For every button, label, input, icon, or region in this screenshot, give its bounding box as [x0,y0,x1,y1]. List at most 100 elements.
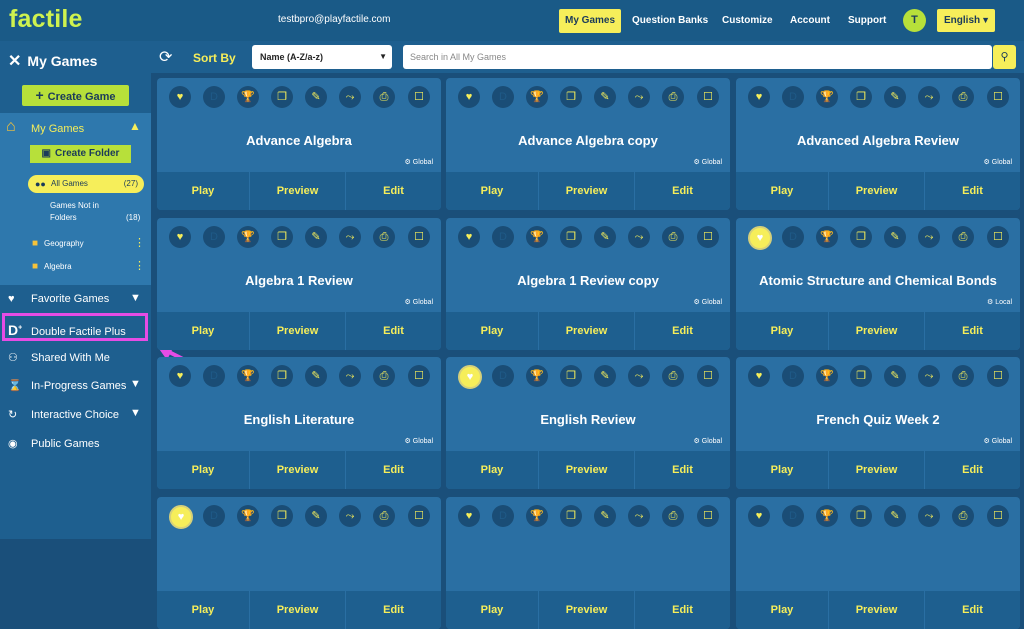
preview-button[interactable]: Preview [829,172,924,210]
play-button[interactable]: Play [736,591,828,629]
heart-icon[interactable]: ♥ [748,226,772,250]
preview-button[interactable]: Preview [829,451,924,489]
edit-button[interactable]: Edit [635,451,730,489]
copy-icon[interactable]: ❐ [560,86,582,108]
select-checkbox[interactable]: ☐ [697,505,719,527]
edit-icon[interactable]: ✎ [884,226,906,248]
preview-button[interactable]: Preview [539,312,634,350]
sidebar-item-favorite-games[interactable]: ♥ Favorite Games [8,293,109,305]
copy-icon[interactable]: ❐ [850,86,872,108]
trophy-icon[interactable]: 🏆 [237,365,259,387]
double-d-icon[interactable]: D [782,365,804,387]
double-d-icon[interactable]: D [492,226,514,248]
edit-icon[interactable]: ✎ [884,365,906,387]
edit-button[interactable]: Edit [346,172,441,210]
share-icon[interactable]: ⤳ [628,505,650,527]
print-icon[interactable]: ⎙ [373,86,395,108]
trophy-icon[interactable]: 🏆 [526,86,548,108]
play-button[interactable]: Play [446,451,538,489]
refresh-icon[interactable]: ⟳ [159,47,172,67]
play-button[interactable]: Play [736,312,828,350]
double-d-icon[interactable]: D [782,86,804,108]
nav-support[interactable]: Support [842,9,892,33]
select-checkbox[interactable]: ☐ [408,365,430,387]
select-checkbox[interactable]: ☐ [408,505,430,527]
trophy-icon[interactable]: 🏆 [816,505,838,527]
trophy-icon[interactable]: 🏆 [526,226,548,248]
play-button[interactable]: Play [446,312,538,350]
double-d-icon[interactable]: D [203,505,225,527]
folder-algebra[interactable]: ■ Algebra [32,261,72,272]
play-button[interactable]: Play [446,591,538,629]
select-checkbox[interactable]: ☐ [697,226,719,248]
trophy-icon[interactable]: 🏆 [526,505,548,527]
print-icon[interactable]: ⎙ [373,505,395,527]
heart-icon[interactable]: ♥ [748,505,770,527]
double-d-icon[interactable]: D [782,505,804,527]
games-not-in-folders-item[interactable]: Games Not in Folders [50,201,99,222]
chevron-down-icon[interactable]: ▼ [130,292,141,304]
nav-account[interactable]: Account [784,9,836,33]
edit-button[interactable]: Edit [635,591,730,629]
play-button[interactable]: Play [157,172,249,210]
copy-icon[interactable]: ❐ [560,365,582,387]
copy-icon[interactable]: ❐ [271,365,293,387]
edit-button[interactable]: Edit [346,312,441,350]
edit-icon[interactable]: ✎ [594,365,616,387]
sidebar-item-shared-with-me[interactable]: ⚇ Shared With Me [8,351,110,364]
trophy-icon[interactable]: 🏆 [237,226,259,248]
edit-icon[interactable]: ✎ [884,505,906,527]
share-icon[interactable]: ⤳ [339,505,361,527]
play-button[interactable]: Play [736,172,828,210]
edit-button[interactable]: Edit [925,451,1020,489]
edit-button[interactable]: Edit [925,172,1020,210]
nav-customize[interactable]: Customize [716,9,779,33]
print-icon[interactable]: ⎙ [952,226,974,248]
heart-icon[interactable]: ♥ [748,86,770,108]
select-checkbox[interactable]: ☐ [697,365,719,387]
heart-icon[interactable]: ♥ [458,505,480,527]
double-d-icon[interactable]: D [492,86,514,108]
trophy-icon[interactable]: 🏆 [526,365,548,387]
edit-icon[interactable]: ✎ [305,226,327,248]
search-input[interactable]: Search in All My Games [403,45,992,69]
share-icon[interactable]: ⤳ [628,86,650,108]
share-icon[interactable]: ⤳ [918,226,940,248]
chevron-up-icon[interactable]: ▲ [129,119,141,133]
share-icon[interactable]: ⤳ [918,86,940,108]
play-button[interactable]: Play [736,451,828,489]
print-icon[interactable]: ⎙ [952,505,974,527]
preview-button[interactable]: Preview [539,451,634,489]
double-d-icon[interactable]: D [203,365,225,387]
folder-geography[interactable]: ■ Geography [32,238,84,249]
select-checkbox[interactable]: ☐ [408,86,430,108]
search-button[interactable]: ⚲ [993,45,1016,69]
sidebar-item-interactive-choice[interactable]: ↻ Interactive Choice [8,408,119,421]
my-games-link[interactable]: My Games [31,123,84,135]
share-icon[interactable]: ⤳ [628,226,650,248]
copy-icon[interactable]: ❐ [271,86,293,108]
double-d-icon[interactable]: D [492,365,514,387]
chevron-down-icon[interactable]: ▼ [130,407,141,419]
edit-button[interactable]: Edit [346,591,441,629]
edit-button[interactable]: Edit [925,591,1020,629]
print-icon[interactable]: ⎙ [373,365,395,387]
close-icon[interactable]: ✕ [8,53,21,70]
print-icon[interactable]: ⎙ [373,226,395,248]
trophy-icon[interactable]: 🏆 [237,505,259,527]
share-icon[interactable]: ⤳ [628,365,650,387]
preview-button[interactable]: Preview [250,591,345,629]
print-icon[interactable]: ⎙ [952,86,974,108]
share-icon[interactable]: ⤳ [918,365,940,387]
copy-icon[interactable]: ❐ [560,505,582,527]
select-checkbox[interactable]: ☐ [987,365,1009,387]
copy-icon[interactable]: ❐ [560,226,582,248]
nav-question-banks[interactable]: Question Banks [626,9,714,33]
all-games-item[interactable]: ●● All Games (27) [28,175,144,193]
select-checkbox[interactable]: ☐ [987,86,1009,108]
copy-icon[interactable]: ❐ [271,505,293,527]
share-icon[interactable]: ⤳ [339,86,361,108]
select-checkbox[interactable]: ☐ [697,86,719,108]
double-d-icon[interactable]: D [203,226,225,248]
preview-button[interactable]: Preview [250,172,345,210]
